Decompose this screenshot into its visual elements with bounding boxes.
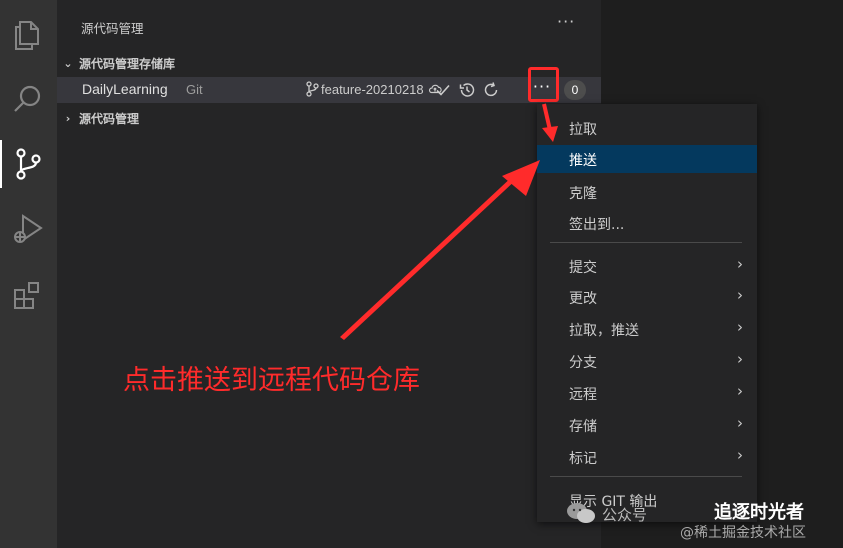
chevron-right-icon: › bbox=[737, 414, 743, 432]
repo-name: DailyLearning bbox=[82, 81, 168, 97]
watermark-public-label: 公众号 bbox=[602, 506, 648, 524]
chevron-right-icon: › bbox=[737, 350, 743, 368]
branch-icon bbox=[306, 81, 319, 97]
menu-item-changes[interactable]: 更改 › bbox=[537, 283, 757, 311]
changes-count-badge: 0 bbox=[564, 80, 586, 100]
repo-actions bbox=[431, 80, 503, 100]
section-source-control-label: 源代码管理 bbox=[79, 111, 140, 126]
chevron-right-icon: › bbox=[65, 111, 71, 125]
chevron-right-icon: › bbox=[737, 286, 743, 304]
source-control-panel: 源代码管理 ··· ⌄ 源代码管理存储库 DailyLearning Git f… bbox=[57, 0, 601, 548]
chevron-right-icon: › bbox=[737, 382, 743, 400]
menu-item-label: 提交 bbox=[569, 260, 597, 276]
menu-item-label: 克隆 bbox=[569, 186, 597, 202]
section-source-control[interactable]: › 源代码管理 bbox=[57, 107, 601, 129]
watermark-name: 追逐时光者 bbox=[714, 502, 804, 523]
activity-bar bbox=[0, 0, 57, 548]
menu-item-label: 推送 bbox=[569, 153, 597, 169]
section-repositories[interactable]: ⌄ 源代码管理存储库 bbox=[57, 52, 601, 74]
context-menu: 拉取 推送 克隆 签出到... 提交 › 更改 › 拉取，推送 › 分支 › 远… bbox=[537, 104, 757, 522]
menu-item-label: 拉取 bbox=[569, 122, 597, 138]
menu-item-pull-push[interactable]: 拉取，推送 › bbox=[537, 315, 757, 343]
chevron-down-icon: ⌄ bbox=[63, 56, 73, 70]
menu-item-clone[interactable]: 克隆 bbox=[537, 178, 757, 206]
menu-item-branch[interactable]: 分支 › bbox=[537, 347, 757, 375]
wechat-icon bbox=[567, 503, 595, 523]
active-indicator bbox=[0, 140, 2, 188]
files-icon[interactable] bbox=[9, 16, 47, 54]
source-control-icon[interactable] bbox=[9, 145, 47, 183]
menu-item-label: 分支 bbox=[569, 355, 597, 371]
panel-more-button[interactable]: ··· bbox=[557, 12, 575, 31]
menu-item-label: 远程 bbox=[569, 387, 597, 403]
chevron-right-icon: › bbox=[737, 318, 743, 336]
chevron-right-icon: › bbox=[737, 255, 743, 273]
section-repositories-label: 源代码管理存储库 bbox=[79, 56, 176, 71]
watermark: 公众号 追逐时光者 @稀土掘金技术社区 bbox=[566, 496, 843, 548]
repo-type: Git bbox=[186, 82, 203, 97]
annotation-highlight-box bbox=[528, 67, 559, 102]
menu-item-pull[interactable]: 拉取 bbox=[537, 114, 757, 142]
menu-item-label: 存储 bbox=[569, 419, 597, 435]
panel-title: 源代码管理 bbox=[81, 21, 144, 36]
branch-indicator[interactable]: feature-20210218 bbox=[305, 81, 444, 97]
menu-item-commit[interactable]: 提交 › bbox=[537, 252, 757, 280]
menu-item-label: 签出到... bbox=[569, 217, 625, 233]
annotation-text: 点击推送到远程代码仓库 bbox=[123, 365, 420, 396]
menu-item-remote[interactable]: 远程 › bbox=[537, 379, 757, 407]
chevron-right-icon: › bbox=[737, 446, 743, 464]
menu-item-stash[interactable]: 存储 › bbox=[537, 411, 757, 439]
menu-item-push[interactable]: 推送 bbox=[537, 145, 757, 173]
search-icon[interactable] bbox=[9, 80, 47, 118]
refresh-icon[interactable] bbox=[479, 80, 503, 100]
repository-row[interactable]: DailyLearning Git feature-20210218 ··· 0 bbox=[57, 77, 601, 103]
history-icon[interactable] bbox=[455, 80, 479, 100]
menu-item-label: 更改 bbox=[569, 291, 597, 307]
commit-check-icon[interactable] bbox=[431, 80, 455, 100]
menu-separator bbox=[550, 476, 742, 477]
watermark-site: @稀土掘金技术社区 bbox=[680, 525, 806, 541]
menu-item-checkout[interactable]: 签出到... bbox=[537, 209, 757, 237]
branch-name: feature-20210218 bbox=[321, 81, 424, 97]
extensions-icon[interactable] bbox=[9, 276, 47, 314]
menu-separator bbox=[550, 242, 742, 243]
menu-item-tags[interactable]: 标记 › bbox=[537, 443, 757, 471]
menu-item-label: 标记 bbox=[569, 451, 597, 467]
run-debug-icon[interactable] bbox=[9, 210, 47, 248]
menu-item-label: 拉取，推送 bbox=[569, 323, 639, 339]
